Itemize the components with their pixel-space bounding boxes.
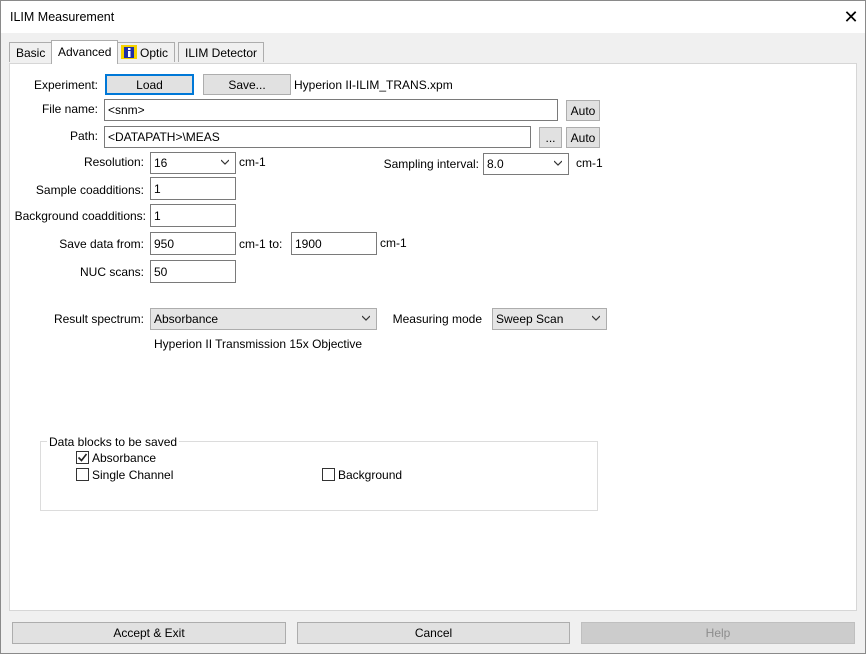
absorbance-label: Absorbance bbox=[92, 451, 157, 465]
resolution-unit: cm-1 bbox=[239, 155, 266, 169]
save-experiment-button[interactable]: Save... bbox=[203, 74, 291, 95]
sampling-interval-unit: cm-1 bbox=[576, 156, 603, 170]
sampling-interval-label: Sampling interval: bbox=[383, 157, 479, 171]
nuc-scans-label: NUC scans: bbox=[79, 265, 144, 279]
tab-ilim-detector[interactable]: ILIM Detector bbox=[178, 42, 265, 62]
measuring-mode-value: Sweep Scan bbox=[496, 312, 564, 326]
chevron-down-icon bbox=[554, 160, 562, 166]
save-data-to-input[interactable] bbox=[291, 232, 377, 255]
data-blocks-title: Data blocks to be saved bbox=[47, 434, 180, 450]
save-data-unit: cm-1 bbox=[380, 236, 407, 250]
sample-coadditions-label: Sample coadditions: bbox=[35, 183, 144, 197]
measuring-mode-label: Measuring mode bbox=[392, 312, 482, 326]
sampling-interval-select[interactable]: 8.0 bbox=[483, 153, 569, 175]
window-title: ILIM Measurement bbox=[10, 10, 115, 24]
save-data-from-input[interactable] bbox=[150, 232, 236, 255]
tab-label: Advanced bbox=[58, 45, 112, 59]
info-icon bbox=[121, 45, 137, 59]
resolution-label: Resolution: bbox=[83, 155, 144, 169]
sampling-interval-value: 8.0 bbox=[487, 157, 504, 171]
resolution-select[interactable]: 16 bbox=[150, 152, 236, 174]
checkmark-icon bbox=[77, 453, 88, 462]
result-spectrum-value: Absorbance bbox=[154, 312, 219, 326]
measuring-mode-select[interactable]: Sweep Scan bbox=[492, 308, 607, 330]
save-data-from-label: Save data from: bbox=[59, 237, 144, 251]
tab-label: ILIM Detector bbox=[185, 46, 258, 60]
single-channel-checkbox[interactable] bbox=[76, 468, 89, 481]
background-checkbox[interactable] bbox=[322, 468, 335, 481]
nuc-scans-input[interactable] bbox=[150, 260, 236, 283]
background-coadditions-label: Background coadditions: bbox=[14, 209, 146, 223]
tab-label: Basic bbox=[16, 46, 46, 60]
result-spectrum-label: Result spectrum: bbox=[53, 312, 144, 326]
dialog-window: ILIM Measurement ✕ Basic Advanced Optic … bbox=[0, 0, 866, 654]
single-channel-label: Single Channel bbox=[92, 468, 174, 482]
cancel-button[interactable]: Cancel bbox=[297, 622, 570, 644]
path-auto-button[interactable]: Auto bbox=[566, 127, 600, 148]
sample-coadditions-input[interactable] bbox=[150, 177, 236, 200]
objective-note: Hyperion II Transmission 15x Objective bbox=[154, 337, 363, 351]
tab-advanced[interactable]: Advanced bbox=[51, 40, 119, 64]
title-bar: ILIM Measurement ✕ bbox=[1, 1, 865, 33]
experiment-label: Experiment: bbox=[33, 78, 98, 92]
background-coadditions-input[interactable] bbox=[150, 204, 236, 227]
path-input[interactable] bbox=[104, 126, 531, 148]
path-label: Path: bbox=[69, 129, 98, 143]
file-name-label: File name: bbox=[41, 102, 98, 116]
close-icon[interactable]: ✕ bbox=[839, 5, 863, 29]
tab-basic[interactable]: Basic bbox=[9, 42, 53, 62]
load-button[interactable]: Load bbox=[105, 74, 194, 95]
help-button[interactable]: Help bbox=[581, 622, 855, 644]
file-name-input[interactable] bbox=[104, 99, 558, 121]
result-spectrum-select[interactable]: Absorbance bbox=[150, 308, 377, 330]
file-name-auto-button[interactable]: Auto bbox=[566, 100, 600, 121]
accept-exit-button[interactable]: Accept & Exit bbox=[12, 622, 286, 644]
chevron-down-icon bbox=[362, 315, 370, 321]
save-data-to-label: cm-1 to: bbox=[239, 237, 283, 251]
chevron-down-icon bbox=[221, 159, 229, 165]
tab-optic[interactable]: Optic bbox=[116, 42, 176, 62]
absorbance-checkbox[interactable] bbox=[76, 451, 89, 464]
tab-label: Optic bbox=[140, 46, 169, 60]
path-browse-button[interactable]: ... bbox=[539, 127, 562, 148]
experiment-file-name: Hyperion II-ILIM_TRANS.xpm bbox=[294, 78, 453, 92]
background-label: Background bbox=[338, 468, 403, 482]
resolution-value: 16 bbox=[154, 156, 168, 170]
chevron-down-icon bbox=[592, 315, 600, 321]
